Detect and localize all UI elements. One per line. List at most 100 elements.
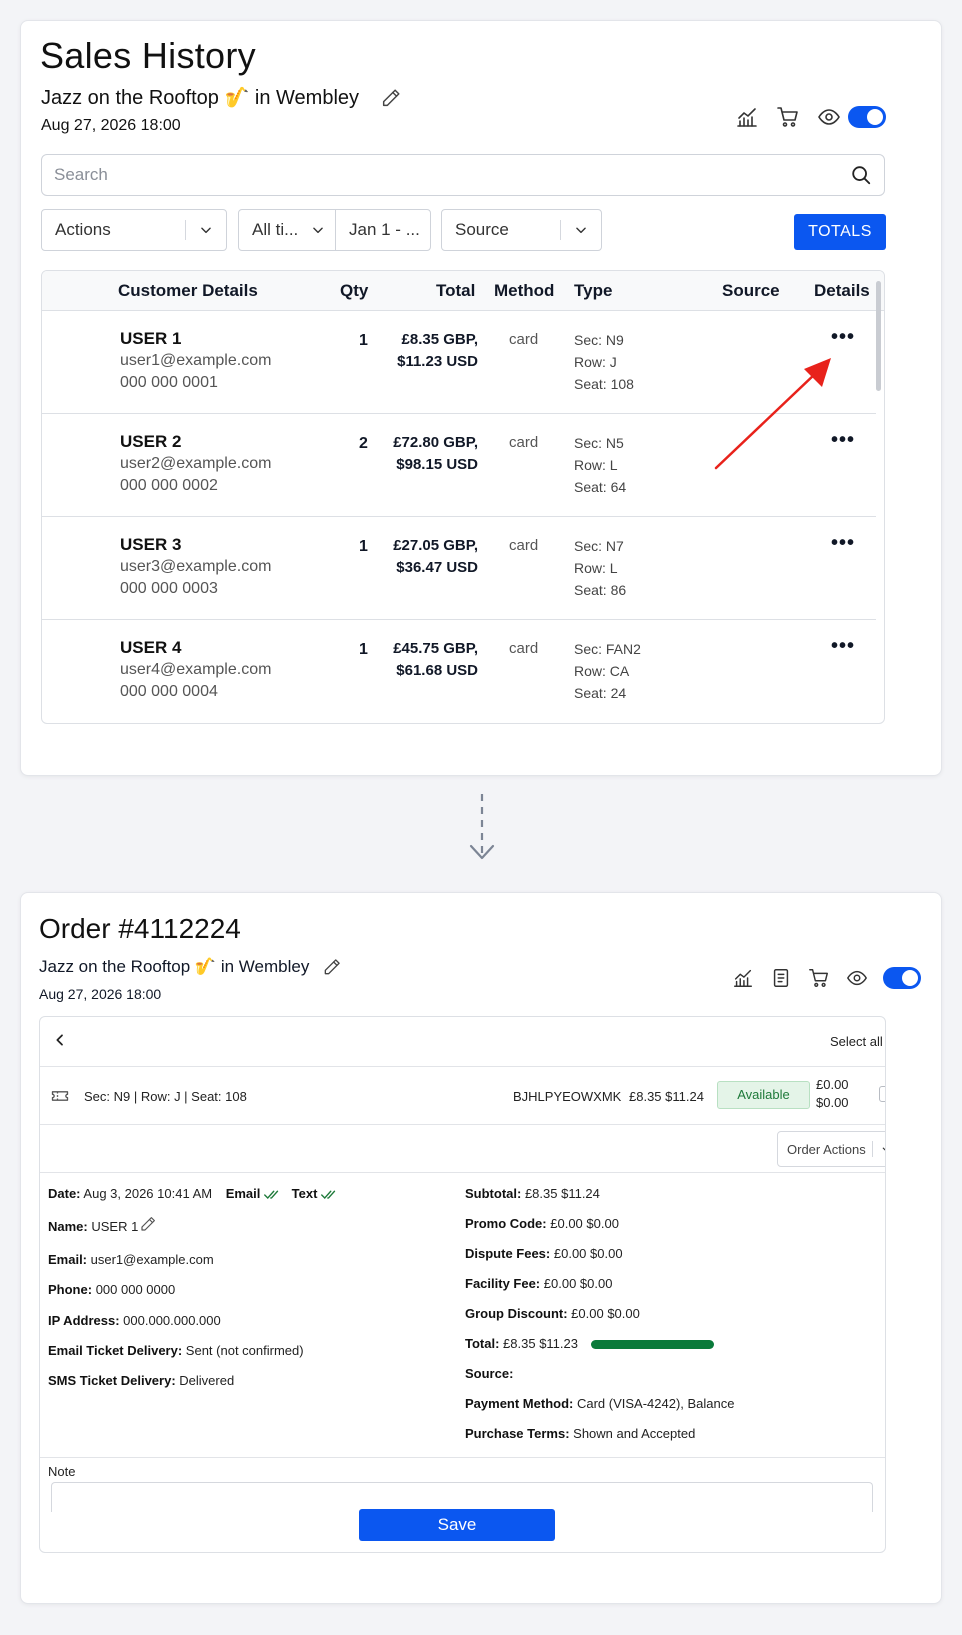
type-row: Row: L [574,457,618,473]
promo-code: Promo Code: £0.00 $0.00 [465,1216,619,1231]
customer-name: Name: USER 1 [48,1219,139,1234]
row-total: £8.35 GBP, $11.23 USD [397,329,478,373]
source-dropdown[interactable]: Source [441,209,602,251]
row-method: card [509,640,539,657]
customer-name: USER 3 [120,535,182,554]
table-row[interactable]: USER 3 user3@example.com 000 000 0003 1 … [42,517,876,620]
annotation-arrow-icon [714,358,831,470]
order-date: Date: Aug 3, 2026 10:41 AM Email Text [48,1186,339,1201]
total-gbp: £8.35 GBP, [401,331,478,348]
eye-icon [818,109,840,125]
row-method: card [509,434,539,451]
group-discount: Group Discount: £0.00 $0.00 [465,1306,640,1321]
publish-toggle[interactable] [848,106,886,128]
note-label: Note [48,1464,76,1479]
type-row: Row: J [574,354,617,370]
edit-event-button[interactable] [318,953,346,981]
customer-email: user1@example.com [120,352,272,369]
time-filter-label: All ti... [252,220,299,239]
total-progress-bar [591,1340,714,1349]
save-button[interactable]: Save [359,1509,555,1541]
note-textarea[interactable] [51,1482,873,1512]
ticket-seat-info: Sec: N9 | Row: J | Seat: 108 [84,1089,247,1104]
row-type: Sec: N7 Row: L Seat: 86 [574,535,626,601]
chart-icon [734,969,752,987]
analytics-button[interactable] [729,964,757,992]
ticket-price: £8.35 $11.24 [629,1089,704,1104]
cart-icon [777,107,798,127]
edit-event-button[interactable] [377,84,405,112]
row-qty: 1 [359,641,368,658]
event-name: Jazz on the Rooftop 🎷 in Wembley [39,957,310,976]
column-header: Source [722,281,780,300]
publish-toggle[interactable] [883,967,921,989]
customer-email: user4@example.com [120,661,272,678]
column-header: Method [494,281,555,300]
type-row: Row: CA [574,663,630,679]
row-details-button[interactable]: ••• [831,635,855,658]
ticket-checkbox[interactable] [879,1086,885,1102]
row-total: £27.05 GBP, $36.47 USD [393,535,478,579]
order-actions-dropdown[interactable]: Order Actions [777,1131,885,1167]
row-details-button[interactable]: ••• [831,532,855,555]
row-total: £45.75 GBP, $61.68 USD [393,638,478,682]
ticket-fee-gbp: £0.00 [816,1077,849,1092]
cart-button[interactable] [774,103,802,131]
subtotal: Subtotal: £8.35 $11.24 [465,1186,600,1201]
pencil-icon [324,959,340,975]
customer-name: USER 4 [120,638,182,657]
actions-dropdown-label: Actions [55,220,111,239]
ticket-fee-usd: $0.00 [816,1095,849,1110]
back-button[interactable] [52,1032,68,1048]
select-all-label: Select all [830,1034,883,1049]
analytics-button[interactable] [733,103,761,131]
email-ticket-delivery: Email Ticket Delivery: Sent (not confirm… [48,1343,304,1358]
type-sec: Sec: N5 [574,435,624,451]
type-sec: Sec: FAN2 [574,641,641,657]
total-usd: $36.47 USD [396,559,478,576]
row-method: card [509,331,539,348]
table-scrollbar[interactable] [876,281,881,391]
customer-email: user2@example.com [120,455,272,472]
edit-name-button[interactable] [139,1215,157,1233]
date-range-picker[interactable]: Jan 1 - ... [335,209,431,251]
chevron-left-icon [56,1034,63,1046]
total-gbp: £27.05 GBP, [393,537,478,554]
search-icon [852,166,871,185]
column-header: Type [574,281,613,300]
eye-icon [846,970,868,986]
order-total: Total: £8.35 $11.23 [465,1336,578,1351]
actions-dropdown[interactable]: Actions [41,209,227,251]
sms-ticket-delivery: SMS Ticket Delivery: Delivered [48,1373,235,1388]
total-gbp: £45.75 GBP, [393,640,478,657]
visibility-button[interactable] [815,103,843,131]
receipt-icon [773,969,789,987]
row-type: Sec: FAN2 Row: CA Seat: 24 [574,638,641,704]
pencil-icon [382,89,400,107]
order-detail-panel: Select all Sec: N9 | Row: J | Seat: 108 … [39,1016,886,1553]
totals-button[interactable]: TOTALS [794,214,886,250]
search-button[interactable] [850,164,872,186]
time-filter-dropdown[interactable]: All ti... [238,209,336,251]
event-date: Aug 27, 2026 18:00 [39,986,162,1002]
event-date: Aug 27, 2026 18:00 [41,117,181,134]
chevron-down-icon [313,227,323,234]
search-input[interactable] [54,165,814,185]
receipt-button[interactable] [767,964,795,992]
page-title: Sales History [40,35,256,76]
visibility-button[interactable] [843,964,871,992]
chevron-down-icon [201,227,211,234]
order-actions-label: Order Actions [787,1141,866,1157]
row-method: card [509,537,539,554]
cart-button[interactable] [805,964,833,992]
ticket-icon [50,1086,70,1106]
chart-icon [737,108,757,127]
row-type: Sec: N5 Row: L Seat: 64 [574,432,626,498]
row-qty: 2 [359,435,368,452]
column-header: Qty [340,281,369,300]
purchase-terms: Purchase Terms: Shown and Accepted [465,1426,696,1441]
table-row[interactable]: USER 4 user4@example.com 000 000 0004 1 … [42,620,876,723]
cart-icon [809,969,828,987]
column-header: Total [436,281,476,300]
type-seat: Seat: 86 [574,582,627,598]
